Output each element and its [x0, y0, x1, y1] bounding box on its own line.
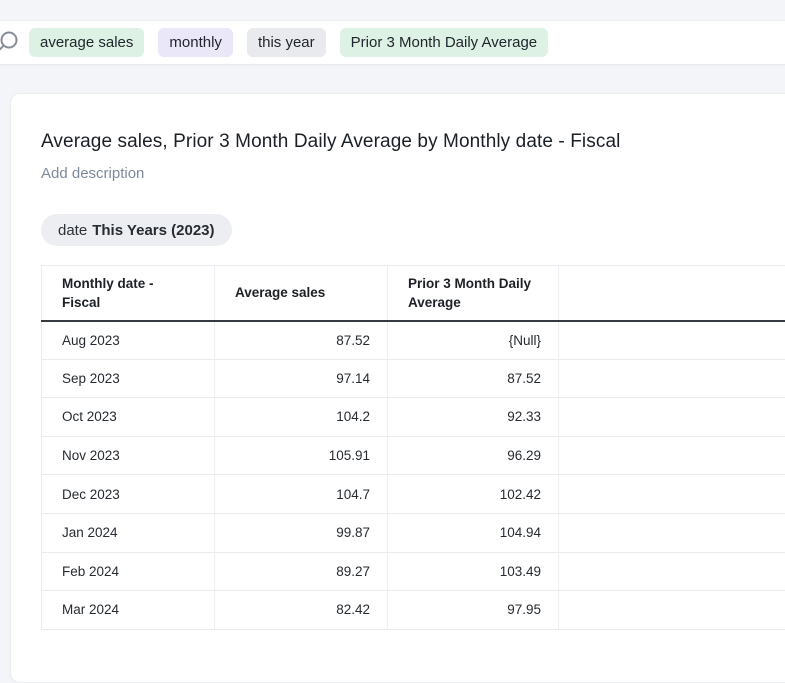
cell-average-sales: 89.27: [215, 552, 388, 591]
table-cell-empty: [559, 436, 785, 475]
cell-monthly-date: Mar 2024: [42, 591, 215, 630]
table-row: Sep 202397.1487.52: [42, 359, 785, 398]
cell-monthly-date: Oct 2023: [42, 398, 215, 437]
table-row: Nov 2023105.9196.29: [42, 436, 785, 475]
page-title: Average sales, Prior 3 Month Daily Avera…: [41, 129, 785, 155]
search-token-list: average sales monthly this year Prior 3 Mon…: [29, 28, 548, 57]
cell-average-sales: 87.52: [215, 321, 388, 360]
table-row: Dec 2023104.7102.42: [42, 475, 785, 514]
table-row: Feb 202489.27103.49: [42, 552, 785, 591]
cell-prior-3-month: 103.49: [388, 552, 559, 591]
cell-monthly-date: Nov 2023: [42, 436, 215, 475]
table-cell-empty: [559, 359, 785, 398]
add-description-link[interactable]: Add description: [41, 164, 144, 184]
cell-prior-3-month: 102.42: [388, 475, 559, 514]
filter-prefix: date: [58, 222, 87, 239]
table-row: Oct 2023104.292.33: [42, 398, 785, 437]
search-token[interactable]: Prior 3 Month Daily Average: [340, 28, 548, 57]
search-token[interactable]: monthly: [158, 28, 233, 57]
search-token[interactable]: average sales: [29, 28, 144, 57]
results-table-container: Monthly date - Fiscal Average sales Prio…: [41, 265, 785, 630]
cell-prior-3-month: 104.94: [388, 513, 559, 552]
table-cell-empty: [559, 513, 785, 552]
column-header-prior-3-month[interactable]: Prior 3 Month Daily Average: [388, 266, 559, 321]
cell-prior-3-month: 96.29: [388, 436, 559, 475]
column-header-average-sales[interactable]: Average sales: [215, 266, 388, 321]
cell-average-sales: 105.91: [215, 436, 388, 475]
table-header-row: Monthly date - Fiscal Average sales Prio…: [42, 266, 785, 321]
date-filter-pill[interactable]: date This Years (2023): [41, 214, 232, 246]
search-bar[interactable]: average sales monthly this year Prior 3 Mon…: [0, 20, 785, 65]
app-root: { "search": { "icon": "magnifier-icon", …: [0, 0, 785, 659]
cell-monthly-date: Jan 2024: [42, 513, 215, 552]
column-header-monthly-date[interactable]: Monthly date - Fiscal: [42, 266, 215, 321]
cell-average-sales: 97.14: [215, 359, 388, 398]
cell-prior-3-month: 87.52: [388, 359, 559, 398]
cell-prior-3-month: {Null}: [388, 321, 559, 360]
search-token[interactable]: this year: [247, 28, 326, 57]
answer-card: Average sales, Prior 3 Month Daily Avera…: [10, 93, 785, 683]
cell-average-sales: 82.42: [215, 591, 388, 630]
cell-average-sales: 104.7: [215, 475, 388, 514]
cell-average-sales: 99.87: [215, 513, 388, 552]
table-row: Aug 202387.52{Null}: [42, 321, 785, 360]
cell-average-sales: 104.2: [215, 398, 388, 437]
table-row: Mar 202482.4297.95: [42, 591, 785, 630]
results-table: Monthly date - Fiscal Average sales Prio…: [41, 265, 785, 630]
table-cell-empty: [559, 552, 785, 591]
cell-monthly-date: Dec 2023: [42, 475, 215, 514]
filter-value: This Years (2023): [92, 222, 214, 239]
cell-monthly-date: Sep 2023: [42, 359, 215, 398]
table-cell-empty: [559, 321, 785, 360]
table-row: Jan 202499.87104.94: [42, 513, 785, 552]
cell-prior-3-month: 97.95: [388, 591, 559, 630]
column-header-empty: [559, 266, 785, 321]
cell-prior-3-month: 92.33: [388, 398, 559, 437]
table-cell-empty: [559, 475, 785, 514]
table-cell-empty: [559, 591, 785, 630]
table-cell-empty: [559, 398, 785, 437]
search-icon: [0, 30, 20, 56]
cell-monthly-date: Aug 2023: [42, 321, 215, 360]
cell-monthly-date: Feb 2024: [42, 552, 215, 591]
